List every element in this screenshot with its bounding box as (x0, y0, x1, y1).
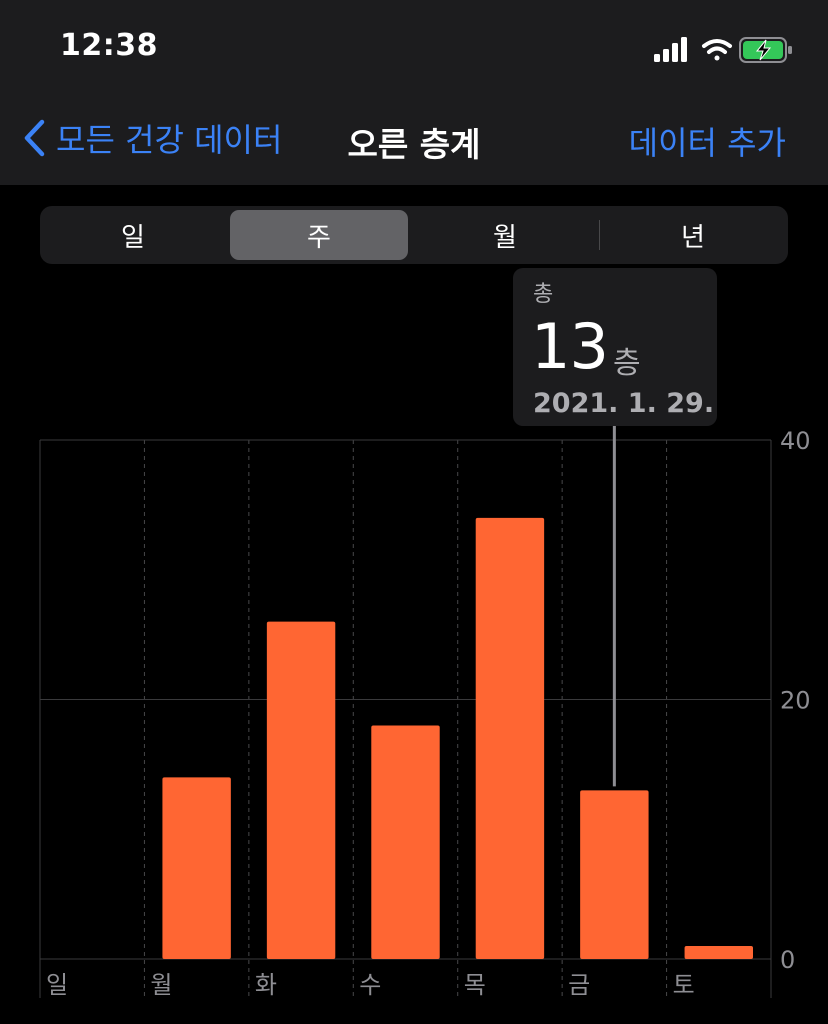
tooltip-label: 총 (533, 282, 554, 307)
selection-tooltip: 총 13 층 2021. 1. 29. (513, 268, 717, 426)
status-bar: 12:38 (0, 0, 828, 100)
battery-charging-icon (739, 37, 792, 63)
chart-bar (475, 517, 545, 959)
tooltip-unit: 층 (613, 346, 641, 381)
cellular-signal-icon (654, 37, 687, 62)
x-tick-label: 화 (255, 971, 277, 999)
x-tick-label: 월 (150, 971, 172, 999)
x-tick-label: 금 (568, 971, 590, 999)
y-tick-label: 0 (780, 946, 795, 974)
chart-bar (266, 621, 336, 959)
y-tick-label: 20 (780, 687, 811, 715)
segment-year[interactable]: 년 (604, 210, 782, 260)
time-range-segmented-control: 일 주 월 년 (40, 206, 788, 264)
chart-bar (684, 946, 753, 959)
x-tick-label: 일 (46, 971, 68, 999)
segment-day[interactable]: 일 (44, 210, 222, 260)
x-tick-label: 수 (359, 971, 381, 999)
tooltip-date: 2021. 1. 29. (533, 388, 715, 419)
segment-divider (599, 220, 600, 250)
flights-climbed-bar-chart[interactable]: 0 20 40 일 월 화 수 목 금 토 (0, 426, 828, 1024)
chart-bar (371, 725, 440, 959)
add-data-button[interactable]: 데이터 추가 (629, 118, 786, 164)
chart-bar (580, 790, 649, 959)
x-tick-label: 목 (464, 971, 486, 999)
status-time: 12:38 (60, 28, 158, 63)
y-tick-label: 40 (780, 427, 811, 455)
tooltip-value: 13 (531, 310, 609, 383)
wifi-icon (702, 39, 732, 61)
navigation-bar: 모든 건강 데이터 오른 층계 데이터 추가 (0, 100, 828, 185)
segment-week[interactable]: 주 (230, 210, 408, 260)
status-icons (654, 34, 794, 66)
segment-month[interactable]: 월 (416, 210, 594, 260)
x-tick-label: 토 (673, 971, 695, 999)
chart-bar (162, 777, 231, 959)
